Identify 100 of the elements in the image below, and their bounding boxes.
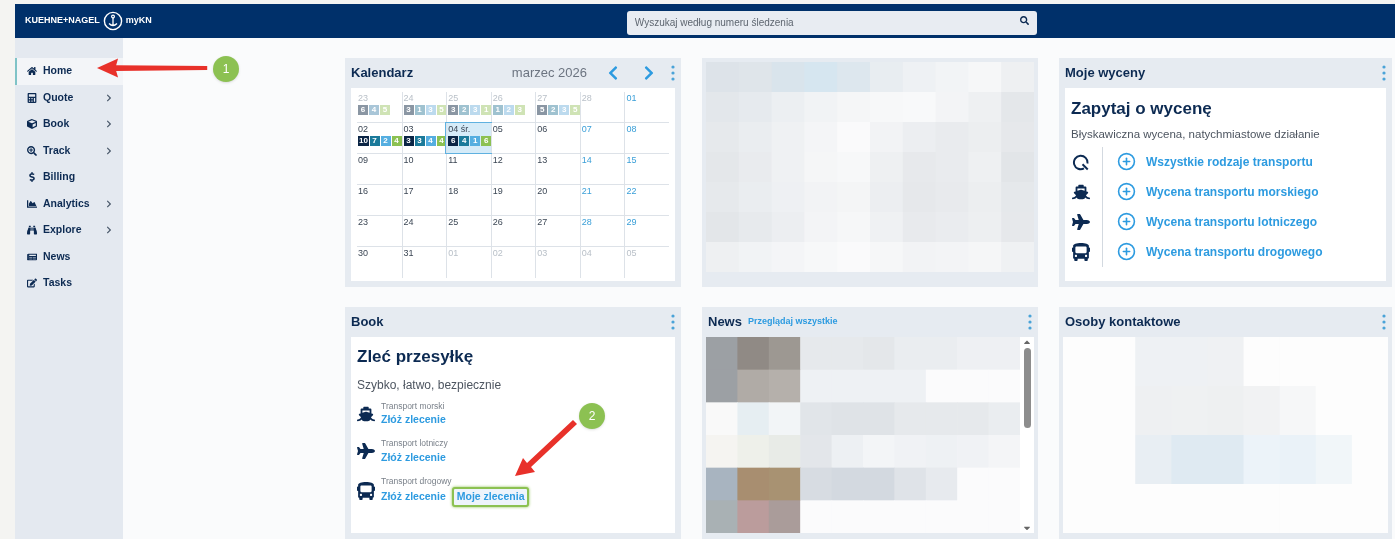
card-heading: Zapytaj o wycenę — [1071, 98, 1213, 120]
newspaper-icon — [27, 251, 37, 262]
day-number: 24 — [402, 92, 415, 104]
add-icon[interactable] — [1117, 242, 1136, 262]
day-number: 14 — [580, 154, 593, 166]
day-number: 23 — [357, 92, 369, 104]
product-name[interactable]: myKN — [125, 14, 152, 28]
event-count: 5 — [537, 105, 548, 115]
event-count: 6 — [358, 105, 368, 115]
day-number: 12 — [491, 154, 504, 166]
panel-title: Kalendarz — [351, 64, 414, 83]
event-count: 3 — [470, 105, 481, 115]
calendar-day[interactable]: 02 10 7 2 4 — [357, 123, 402, 153]
chart-icon — [27, 198, 37, 209]
sidebar-item[interactable]: News — [15, 243, 123, 270]
day-number: 17 — [402, 185, 415, 197]
calendar-day[interactable]: 19 — [490, 185, 536, 215]
day-number: 25 — [447, 216, 460, 228]
event-count: 3 — [414, 136, 425, 146]
day-number: 06 — [536, 123, 549, 135]
calendar-day[interactable]: 16 — [357, 185, 402, 215]
calendar-day[interactable]: 23 — [357, 216, 402, 246]
more-icon[interactable] — [671, 65, 675, 81]
calendar-day[interactable]: 06 — [535, 123, 580, 153]
card-subtitle: Szybko, łatwo, bezpiecznie — [357, 376, 503, 394]
calendar-day[interactable]: 09 — [357, 154, 402, 184]
more-icon[interactable] — [1382, 65, 1386, 81]
event-count: 2 — [503, 105, 514, 115]
event-count: 3 — [559, 105, 570, 115]
sidebar-item[interactable]: Book — [15, 111, 123, 138]
sidebar-item[interactable]: Billing — [15, 164, 123, 191]
transport-mode-label: Transport drogowy — [381, 474, 453, 488]
bus-icon — [357, 481, 375, 500]
day-number: 10 — [402, 154, 415, 166]
day-number: 09 — [357, 154, 369, 166]
day-number: 25 — [447, 92, 460, 104]
add-icon[interactable] — [1117, 212, 1136, 232]
calendar-day[interactable]: 11 — [446, 154, 491, 184]
day-number: 04 — [580, 247, 593, 259]
calendar-day[interactable]: 13 — [535, 154, 580, 184]
day-number: 15 — [625, 154, 638, 166]
add-icon[interactable] — [1117, 152, 1136, 172]
event-count: 5 — [436, 105, 447, 115]
event-count: 2 — [380, 136, 391, 146]
calendar-day[interactable]: 20 — [535, 185, 580, 215]
transport-mode-label: Transport lotniczy — [381, 437, 448, 450]
sidebar-item[interactable]: Quote — [15, 84, 123, 111]
more-icon[interactable] — [1382, 314, 1386, 330]
sidebar-item[interactable]: Explore — [15, 217, 123, 244]
calendar-day[interactable]: 25 — [446, 216, 491, 246]
calendar-day[interactable]: 30 — [357, 247, 402, 278]
home-icon — [27, 66, 37, 77]
sidebar-item[interactable]: Track — [15, 137, 123, 164]
calculator-icon — [27, 92, 37, 103]
event-count: 5 — [570, 105, 581, 115]
ship-icon — [357, 404, 375, 423]
calendar-day[interactable]: 18 — [446, 185, 491, 215]
calendar-day[interactable]: 27 — [535, 216, 580, 246]
panel-title: Moje wyceny — [1065, 64, 1146, 83]
sidebar-item[interactable]: Tasks — [15, 270, 123, 297]
scrollbar-thumb[interactable] — [1023, 348, 1031, 428]
calendar-day[interactable]: 26 — [490, 216, 536, 246]
day-number: 18 — [447, 185, 460, 197]
card-heading: Zleć przesyłkę — [357, 346, 475, 368]
sidebar-item[interactable]: Home — [15, 58, 123, 85]
event-count: 1 — [470, 136, 481, 146]
day-number: 02 — [491, 247, 504, 259]
day-number: 29 — [625, 216, 638, 228]
event-count: 3 — [425, 105, 436, 115]
event-count: 5 — [380, 105, 390, 115]
calendar-day[interactable]: 17 — [401, 185, 447, 215]
day-number: 04 śr. — [447, 123, 472, 135]
plane-icon — [1071, 212, 1090, 231]
search-icon[interactable] — [1019, 16, 1029, 25]
more-icon[interactable] — [671, 314, 675, 330]
panel-title: Osoby kontaktowe — [1065, 313, 1181, 332]
sidebar-item[interactable]: Analytics — [15, 190, 123, 217]
event-count: 3 — [514, 105, 525, 115]
binoculars-icon — [27, 225, 37, 236]
search-field[interactable]: Wyszukaj według numeru śledzenia — [626, 10, 1037, 35]
event-count: 3 — [403, 136, 414, 146]
bus-icon — [1071, 242, 1090, 261]
calendar-day[interactable]: 05 — [490, 123, 536, 153]
ship-icon — [1071, 182, 1090, 201]
day-number: 05 — [491, 123, 504, 135]
chevron-icon — [105, 120, 113, 129]
circle-arrow-icon — [1071, 152, 1090, 171]
day-number: 02 — [357, 123, 369, 135]
calendar-day[interactable]: 04 śr. 6 4 1 6 — [446, 123, 491, 153]
calendar-day[interactable]: 24 — [401, 216, 447, 246]
day-number: 22 — [625, 185, 638, 197]
brand-name[interactable]: KUEHNE+NAGEL — [25, 14, 100, 28]
calendar-day[interactable]: 10 — [401, 154, 447, 184]
day-number: 08 — [625, 123, 638, 135]
calendar-day[interactable]: 31 — [401, 247, 447, 278]
anchor-logo-icon — [102, 11, 123, 31]
calendar-day[interactable]: 12 — [490, 154, 536, 184]
add-icon[interactable] — [1117, 182, 1136, 202]
more-icon[interactable] — [1028, 314, 1032, 330]
event-count: 6 — [481, 136, 492, 146]
